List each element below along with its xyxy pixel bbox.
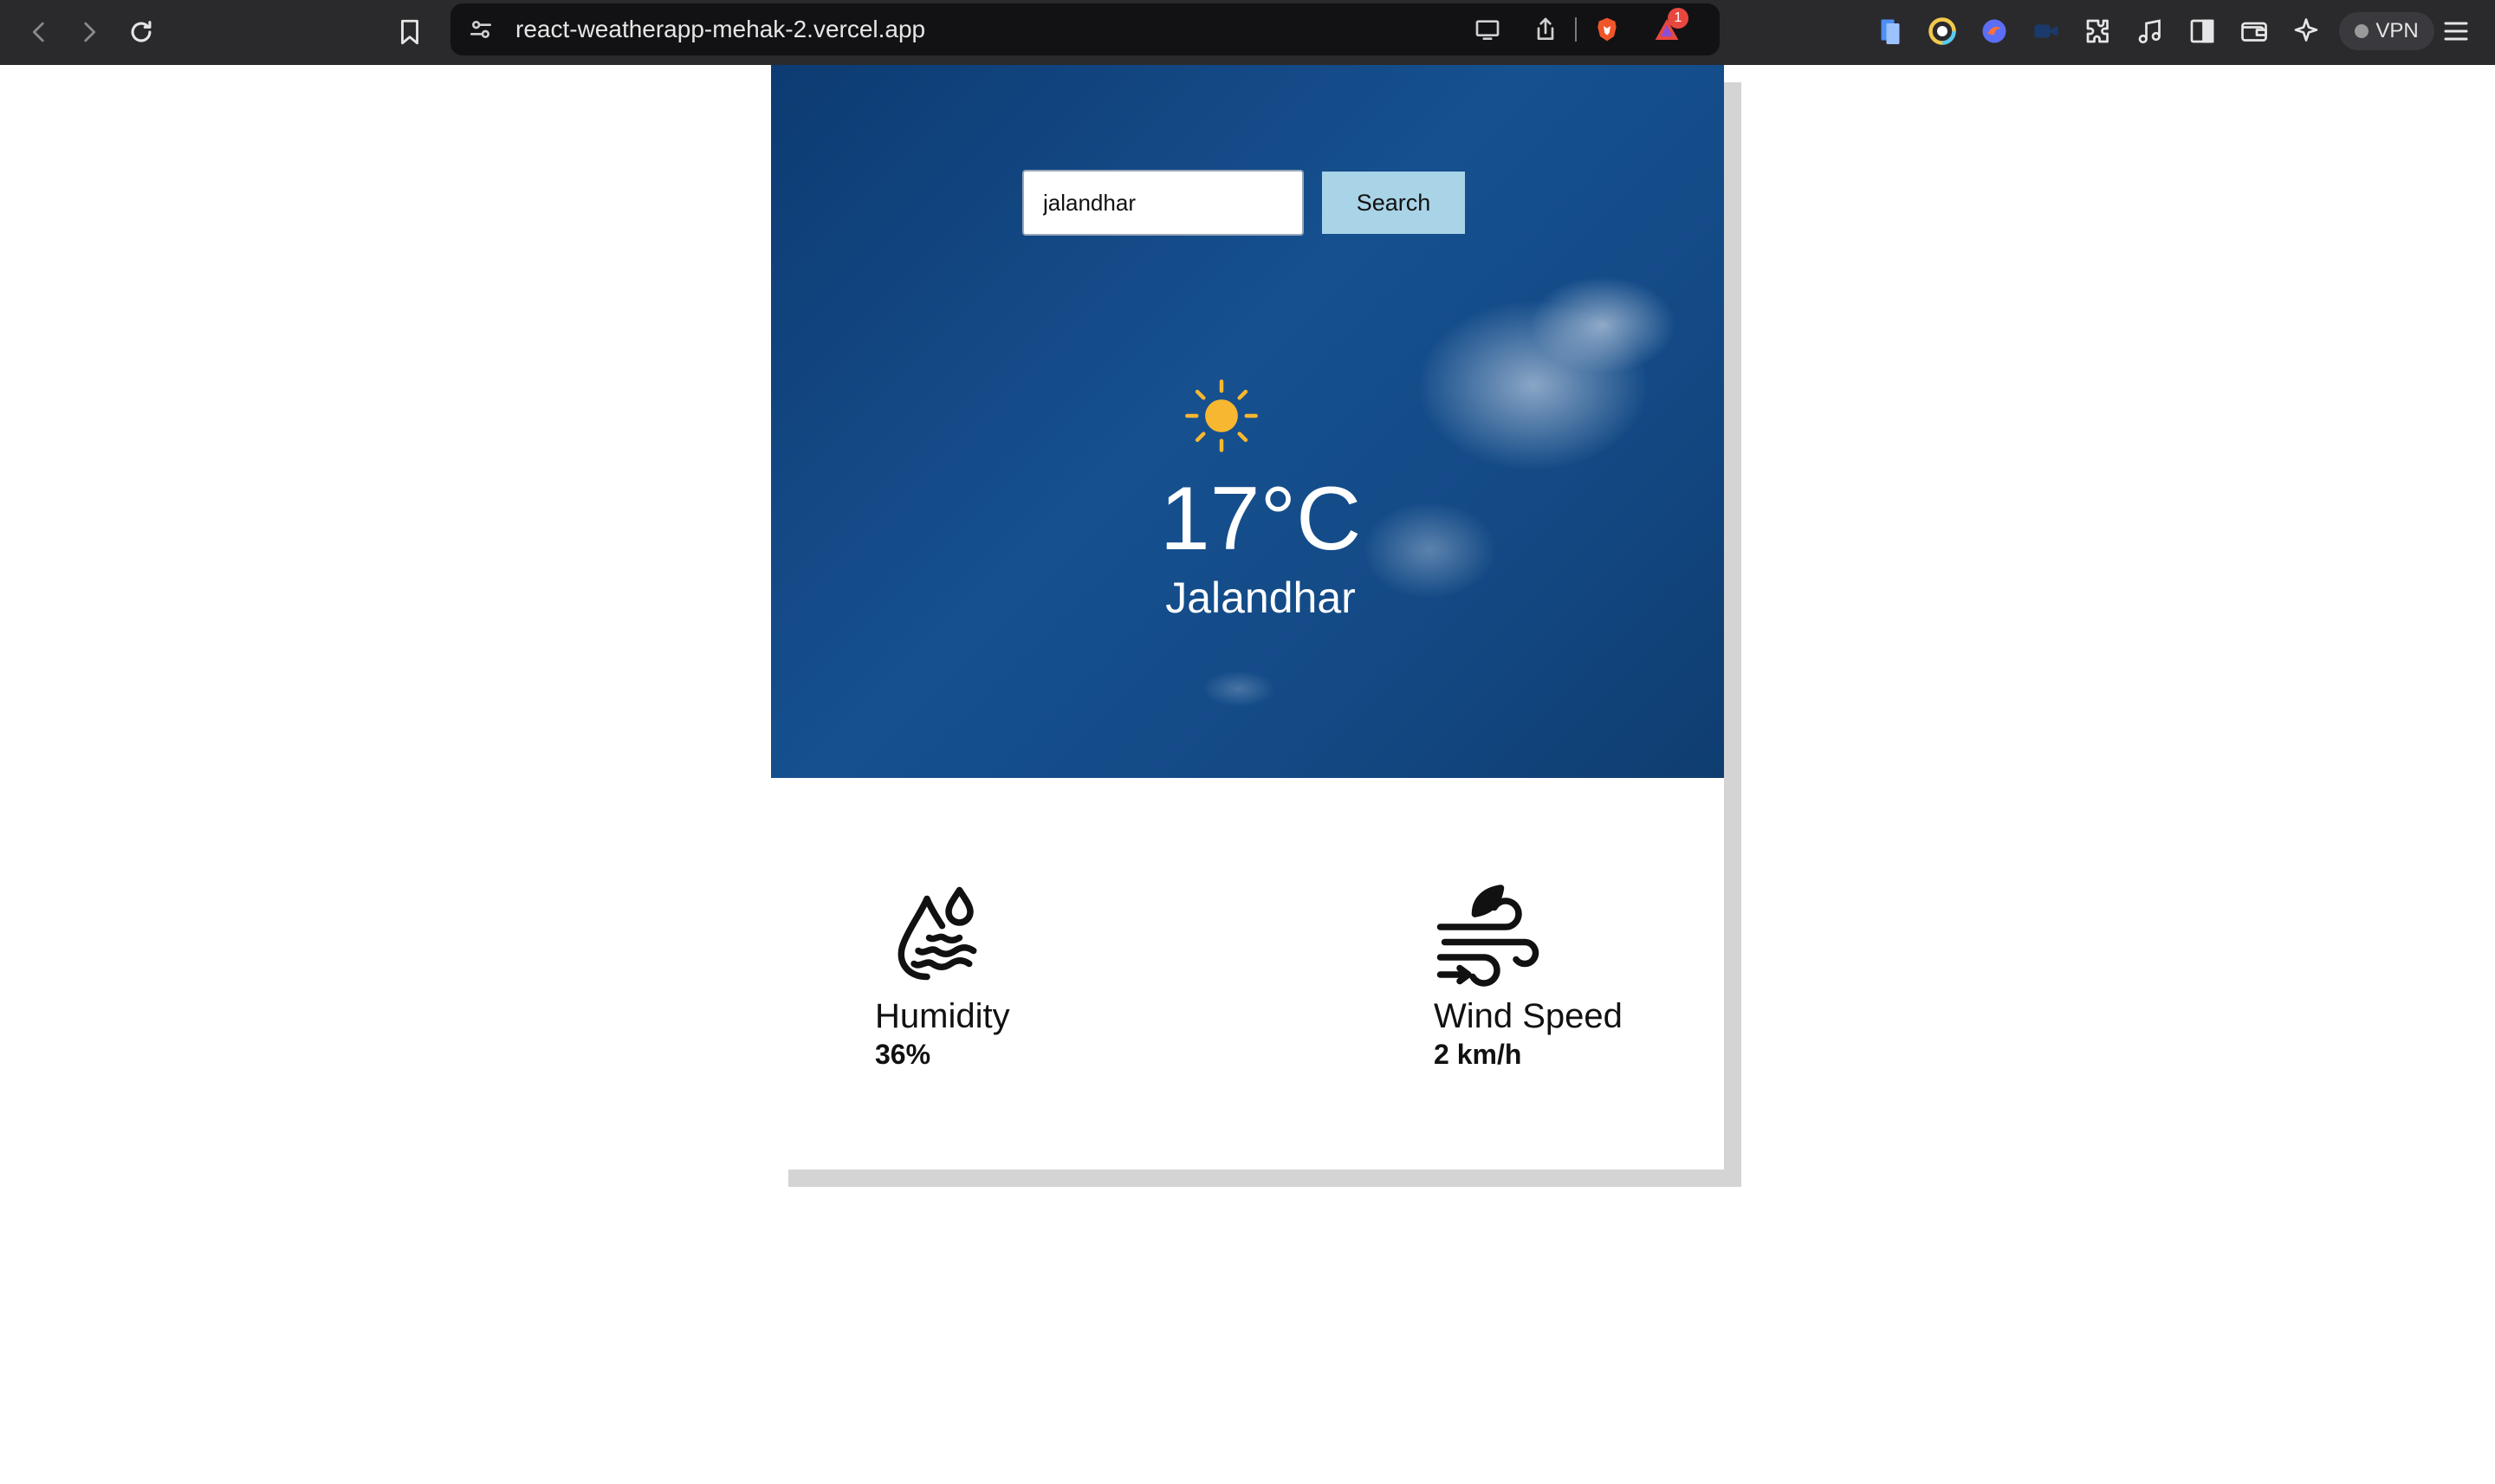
url-text[interactable]: react-weatherapp-mehak-2.vercel.app xyxy=(515,3,925,55)
city-name: Jalandhar xyxy=(1165,574,1356,622)
humidity-icon xyxy=(898,886,977,981)
extension-video-icon[interactable] xyxy=(2029,14,2064,49)
notification-badge: 1 xyxy=(1668,8,1688,29)
share-icon[interactable] xyxy=(1531,15,1560,44)
menu-icon[interactable] xyxy=(2439,14,2473,49)
leo-ai-icon[interactable] xyxy=(2289,14,2323,49)
temperature: 17°C xyxy=(1159,469,1362,569)
bookmark-button[interactable] xyxy=(388,10,431,54)
reload-icon xyxy=(131,21,152,42)
extensions-puzzle-icon[interactable] xyxy=(2081,14,2116,49)
extension-color-picker-icon[interactable] xyxy=(1925,14,1960,49)
back-button[interactable] xyxy=(17,10,61,54)
vpn-button[interactable]: VPN xyxy=(2339,12,2434,50)
wind-value: 2 km/h xyxy=(1434,1039,1522,1070)
vpn-label: VPN xyxy=(2375,19,2419,42)
address-bar-divider xyxy=(1575,17,1577,42)
wind-icon xyxy=(1436,885,1539,987)
media-music-icon[interactable] xyxy=(2133,14,2168,49)
sun-icon xyxy=(1185,379,1258,452)
browser-toolbar: react-weatherapp-mehak-2.vercel.app 1 VP… xyxy=(0,0,2495,65)
weather-hero: Search 17°C Jalandhar xyxy=(771,65,1724,778)
bookmark-icon xyxy=(401,19,418,45)
extension-docs-icon[interactable] xyxy=(1873,14,1908,49)
chevron-left-icon xyxy=(32,22,44,42)
city-search-input[interactable] xyxy=(1022,170,1304,236)
humidity-stat: Humidity 36% xyxy=(875,879,1010,1068)
wallet-icon[interactable] xyxy=(2237,14,2271,49)
cast-icon[interactable] xyxy=(1473,15,1502,44)
site-settings-icon[interactable] xyxy=(466,15,496,44)
reload-button[interactable] xyxy=(120,10,163,54)
vpn-status-icon xyxy=(2355,24,2369,38)
humidity-value: 36% xyxy=(875,1039,931,1070)
brave-shields-icon[interactable] xyxy=(1592,15,1622,44)
humidity-label: Humidity xyxy=(875,997,1010,1035)
search-button[interactable]: Search xyxy=(1322,172,1465,234)
forward-button[interactable] xyxy=(68,10,111,54)
wind-label: Wind Speed xyxy=(1434,997,1623,1035)
wind-stat: Wind Speed 2 km/h xyxy=(1434,879,1623,1068)
brave-rewards-icon[interactable]: 1 xyxy=(1652,8,1688,44)
extension-firefox-relay-icon[interactable] xyxy=(1977,14,2012,49)
chevron-right-icon xyxy=(84,22,96,42)
address-bar[interactable]: react-weatherapp-mehak-2.vercel.app 1 xyxy=(450,3,1720,55)
sidebar-toggle-icon[interactable] xyxy=(2185,14,2220,49)
weather-card: Search 17°C Jalandhar Humidity xyxy=(771,65,1724,1170)
